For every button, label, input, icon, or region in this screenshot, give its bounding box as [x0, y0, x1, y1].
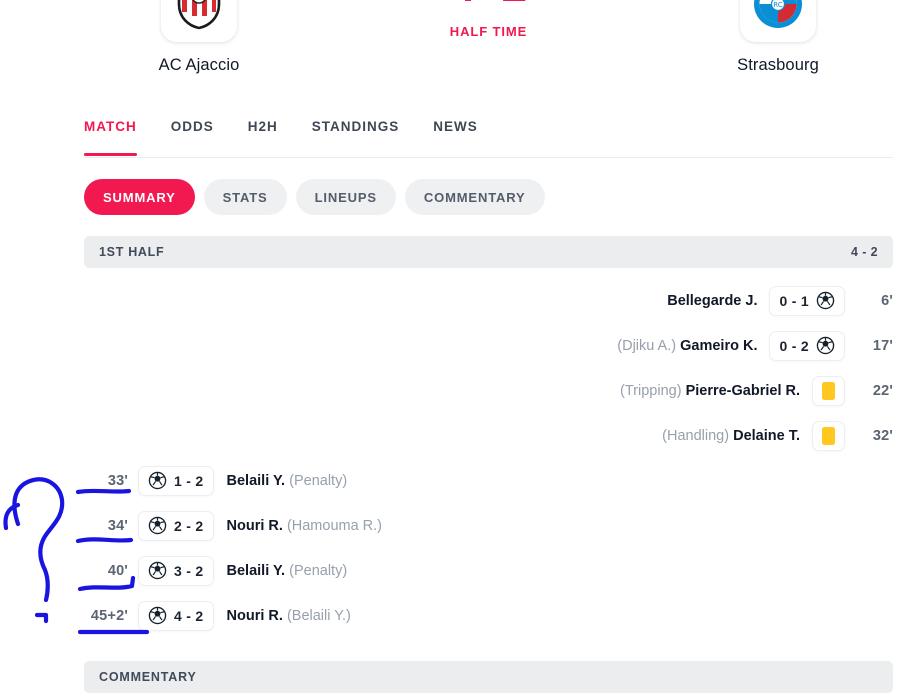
tab-odds[interactable]: ODDS [171, 113, 214, 134]
subtab-stats[interactable]: STATS [203, 179, 287, 215]
event-player-wrap: Belaili Y. (Penalty) [227, 563, 348, 579]
event-player: Pierre-Gabriel R. [685, 382, 800, 399]
football-goal-icon [148, 561, 167, 580]
away-team-name: Strasbourg [737, 56, 819, 74]
event-minute: 32' [872, 427, 893, 444]
event-player: Belaili Y. [226, 472, 286, 489]
event-player-wrap: Bellegarde J. [667, 293, 757, 309]
svg-text:RC: RC [773, 1, 783, 9]
event-minute: 33' [107, 472, 128, 489]
tab-match[interactable]: MATCH [84, 113, 137, 156]
event-player-wrap: (Djiku A.) Gameiro K. [617, 338, 757, 354]
commentary-section-header[interactable]: COMMENTARY [84, 661, 893, 693]
ac-ajaccio-crest-icon [161, 0, 237, 42]
event-badge [812, 375, 845, 406]
event-detail: (Penalty) [289, 562, 348, 579]
event-detail: (Penalty) [289, 472, 348, 489]
event-player: Delaine T. [733, 427, 800, 444]
event-detail: (Hamouma R.) [286, 517, 383, 534]
score-block: 4 2 HALF TIME [364, 0, 614, 39]
event-player-wrap: Belaili Y. (Penalty) [227, 473, 348, 489]
event-player-wrap: (Tripping) Pierre-Gabriel R. [620, 383, 800, 399]
event-row[interactable]: Bellegarde J. 0 - 1 6' [84, 278, 893, 323]
event-player-wrap: (Handling) Delaine T. [662, 428, 800, 444]
football-goal-icon [816, 336, 835, 355]
event-score: 1 - 2 [174, 472, 204, 489]
event-player: Nouri R. [226, 607, 283, 624]
home-team-block[interactable]: AC Ajaccio [84, 0, 314, 75]
away-team-block[interactable]: RC Strasbourg [663, 0, 893, 75]
subtab-commentary[interactable]: COMMENTARY [404, 179, 545, 215]
event-minute: 6' [881, 292, 893, 309]
event-score: 0 - 2 [779, 337, 809, 354]
event-score: 2 - 2 [174, 517, 204, 534]
event-badge: 3 - 2 [138, 555, 214, 586]
event-row[interactable]: 45+2' 4 - 2 Nouri R. (Belaili Y.) [84, 593, 893, 638]
yellow-card-icon [822, 426, 835, 445]
first-half-header: 1ST HALF 4 - 2 [84, 236, 893, 268]
tab-news[interactable]: NEWS [433, 113, 478, 134]
event-badge: 1 - 2 [138, 465, 214, 496]
event-minute: 45+2' [90, 607, 128, 624]
event-badge [812, 420, 845, 451]
tab-standings[interactable]: STANDINGS [312, 113, 400, 134]
event-score: 4 - 2 [174, 607, 204, 624]
away-score: 2 [502, 0, 528, 8]
home-team-name: AC Ajaccio [158, 56, 240, 74]
event-row[interactable]: 34' 2 - 2 Nouri R. (Hamouma R.) [84, 503, 893, 548]
event-row[interactable]: (Tripping) Pierre-Gabriel R. 22' [84, 368, 893, 413]
event-badge: 4 - 2 [138, 600, 214, 631]
match-detail-page: AC Ajaccio 4 2 HALF TIME [0, 0, 897, 693]
event-minute: 40' [107, 562, 128, 579]
event-badge: 2 - 2 [138, 510, 214, 541]
football-goal-icon [148, 606, 167, 625]
event-badge: 0 - 1 [769, 285, 845, 316]
home-score: 4 [450, 0, 476, 8]
sub-tab-bar: SUMMARY STATS LINEUPS COMMENTARY [84, 179, 545, 215]
event-player: Belaili Y. [226, 562, 286, 579]
event-player-wrap: Nouri R. (Belaili Y.) [227, 608, 351, 624]
football-goal-icon [816, 291, 835, 310]
event-score: 3 - 2 [174, 562, 204, 579]
event-row[interactable]: (Djiku A.) Gameiro K. 0 - 2 17' [84, 323, 893, 368]
half-label: 1ST HALF [99, 245, 165, 259]
main-tab-bar: MATCH ODDS H2H STANDINGS NEWS [84, 113, 893, 158]
event-minute: 22' [872, 382, 893, 399]
subtab-summary[interactable]: SUMMARY [84, 179, 195, 215]
event-score: 0 - 1 [779, 292, 809, 309]
football-goal-icon [148, 516, 167, 535]
match-status: HALF TIME [449, 24, 528, 39]
event-player-wrap: Nouri R. (Hamouma R.) [227, 518, 383, 534]
event-row[interactable]: 33' 1 - 2 Belaili Y. (Penalty) [84, 458, 893, 503]
subtab-lineups[interactable]: LINEUPS [295, 179, 396, 215]
football-goal-icon [148, 471, 167, 490]
event-player: Nouri R. [226, 517, 283, 534]
yellow-card-icon [822, 381, 835, 400]
event-row[interactable]: (Handling) Delaine T. 32' [84, 413, 893, 458]
event-detail: (Belaili Y.) [286, 607, 351, 624]
event-player: Gameiro K. [680, 337, 758, 354]
event-detail: (Tripping) [620, 382, 682, 399]
event-detail: (Handling) [662, 427, 730, 444]
half-score: 4 - 2 [850, 245, 878, 259]
event-badge: 0 - 2 [769, 330, 845, 361]
scoreboard: AC Ajaccio 4 2 HALF TIME [84, 0, 893, 105]
event-row[interactable]: 40' 3 - 2 Belaili Y. (Penalty) [84, 548, 893, 593]
event-detail: (Djiku A.) [617, 337, 677, 354]
commentary-label: COMMENTARY [99, 670, 197, 684]
tab-h2h[interactable]: H2H [248, 113, 278, 134]
event-minute: 17' [872, 337, 893, 354]
event-player: Bellegarde J. [667, 292, 758, 309]
event-minute: 34' [107, 517, 128, 534]
strasbourg-crest-icon: RC [740, 0, 816, 42]
match-event-list: Bellegarde J. 0 - 1 6' (Djiku A.) Gameiro K… [84, 278, 893, 638]
